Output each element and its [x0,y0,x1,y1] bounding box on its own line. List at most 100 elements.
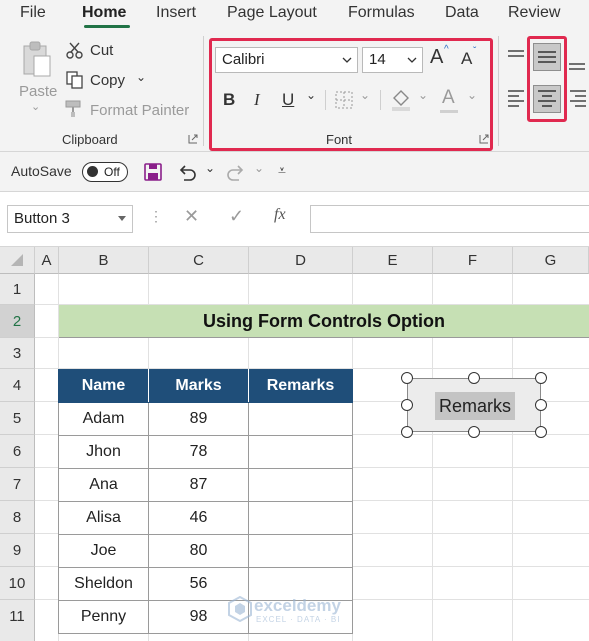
menu-file[interactable]: File [20,4,46,22]
cell-remarks[interactable] [248,501,353,535]
resize-handle[interactable] [468,372,480,384]
header-remarks[interactable]: Remarks [248,369,353,403]
cell-remarks[interactable] [248,402,353,436]
watermark: exceldemy EXCEL · DATA · BI [226,594,376,630]
resize-handle[interactable] [468,426,480,438]
align-bottom-icon[interactable] [567,54,587,74]
save-icon[interactable] [143,162,163,182]
toggle-knob [87,166,98,177]
resize-handle[interactable] [535,426,547,438]
name-box[interactable]: Button 3 [7,205,133,233]
menu-page-layout[interactable]: Page Layout [227,4,317,22]
cell-name[interactable]: Ana [58,468,149,502]
format-painter-icon[interactable] [65,100,85,118]
cell-name[interactable]: Penny [58,600,149,634]
table-header-row: Name Marks Remarks [58,369,353,403]
row-header-2[interactable]: 2 [0,305,35,338]
header-marks[interactable]: Marks [148,369,249,403]
column-header-f[interactable]: F [433,247,513,274]
cancel-icon[interactable]: ✕ [184,206,199,227]
column-header-c[interactable]: C [149,247,249,274]
row-header-11[interactable]: 11 [0,600,35,641]
row-header-8[interactable]: 8 [0,501,35,534]
resize-handle[interactable] [535,372,547,384]
customize-qat-icon[interactable]: ⩡ [278,162,286,179]
paste-icon[interactable] [20,40,54,80]
ribbon: Paste ⌄ Cut Copy ⌄ Format Painter Clipbo… [0,28,589,152]
dialog-launcher-icon[interactable] [188,134,198,144]
remarks-form-button[interactable]: Remarks [407,378,541,432]
cut-button[interactable]: Cut [90,42,113,59]
row-header-10[interactable]: 10 [0,567,35,600]
copy-chevron-icon[interactable]: ⌄ [136,70,146,84]
menu-insert[interactable]: Insert [156,4,196,22]
menu-formulas[interactable]: Formulas [348,4,415,22]
redo-chevron-icon[interactable]: ⌄ [254,161,264,175]
row-header-9[interactable]: 9 [0,534,35,567]
cell-name[interactable]: Alisa [58,501,149,535]
menu-bar: File Home Insert Page Layout Formulas Da… [0,0,589,28]
cell-marks[interactable]: 89 [148,402,249,436]
copy-button[interactable]: Copy [90,72,125,89]
copy-icon[interactable] [66,71,84,89]
resize-handle[interactable] [535,399,547,411]
quick-access-toolbar: AutoSave Off ⌄ ⌄ ⩡ [0,152,589,192]
row-header-6[interactable]: 6 [0,435,35,468]
insert-function-icon[interactable]: fx [274,206,286,224]
enter-icon[interactable]: ✓ [229,206,244,227]
cell-marks[interactable]: 80 [148,534,249,568]
formula-bar-grip-icon: ⋮ [149,208,163,224]
format-painter-button[interactable]: Format Painter [90,102,189,119]
table-row: Adam 89 [58,402,353,436]
resize-handle[interactable] [401,399,413,411]
row-header-5[interactable]: 5 [0,402,35,435]
header-name[interactable]: Name [58,369,149,403]
formula-bar: Button 3 ⋮ ✕ ✓ fx [0,192,589,247]
cell-marks[interactable]: 46 [148,501,249,535]
row-header-7[interactable]: 7 [0,468,35,501]
autosave-toggle[interactable]: Off [82,162,128,182]
column-header-g[interactable]: G [513,247,589,274]
toggle-state: Off [104,165,120,179]
scissors-icon[interactable] [66,41,84,59]
cell-marks[interactable]: 87 [148,468,249,502]
row-header-3[interactable]: 3 [0,338,35,369]
column-header-b[interactable]: B [59,247,149,274]
formula-input[interactable] [310,205,589,233]
paste-label[interactable]: Paste [19,83,57,100]
redo-icon[interactable] [225,162,247,182]
column-header-d[interactable]: D [249,247,353,274]
select-all-corner[interactable] [0,247,35,274]
row-header-4[interactable]: 4 [0,369,35,402]
name-box-value: Button 3 [14,210,70,227]
align-right-icon[interactable] [568,88,588,108]
menu-data[interactable]: Data [445,4,479,22]
table-row: Ana 87 [58,468,353,502]
cell-name[interactable]: Jhon [58,435,149,469]
row-header-1[interactable]: 1 [0,274,35,305]
cell-name[interactable]: Adam [58,402,149,436]
cell-remarks[interactable] [248,534,353,568]
align-left-icon[interactable] [506,88,526,108]
cell-remarks[interactable] [248,468,353,502]
resize-handle[interactable] [401,426,413,438]
cell-remarks[interactable] [248,435,353,469]
alignment-highlight [527,36,567,122]
watermark-logo-icon [228,596,252,622]
menu-review[interactable]: Review [508,4,560,22]
column-header-a[interactable]: A [35,247,59,274]
cell-marks[interactable]: 78 [148,435,249,469]
menu-home[interactable]: Home [82,4,126,22]
cell-name[interactable]: Sheldon [58,567,149,601]
resize-handle[interactable] [401,372,413,384]
clipboard-group-label: Clipboard [62,132,118,147]
column-header-e[interactable]: E [353,247,433,274]
form-button-label: Remarks [435,392,515,420]
cell-name[interactable]: Joe [58,534,149,568]
sheet-title[interactable]: Using Form Controls Option [59,305,589,338]
undo-chevron-icon[interactable]: ⌄ [205,161,215,175]
table-row: Joe 80 [58,534,353,568]
undo-icon[interactable] [176,162,198,182]
align-top-icon[interactable] [506,46,526,66]
paste-chevron-icon[interactable]: ⌄ [31,100,40,113]
